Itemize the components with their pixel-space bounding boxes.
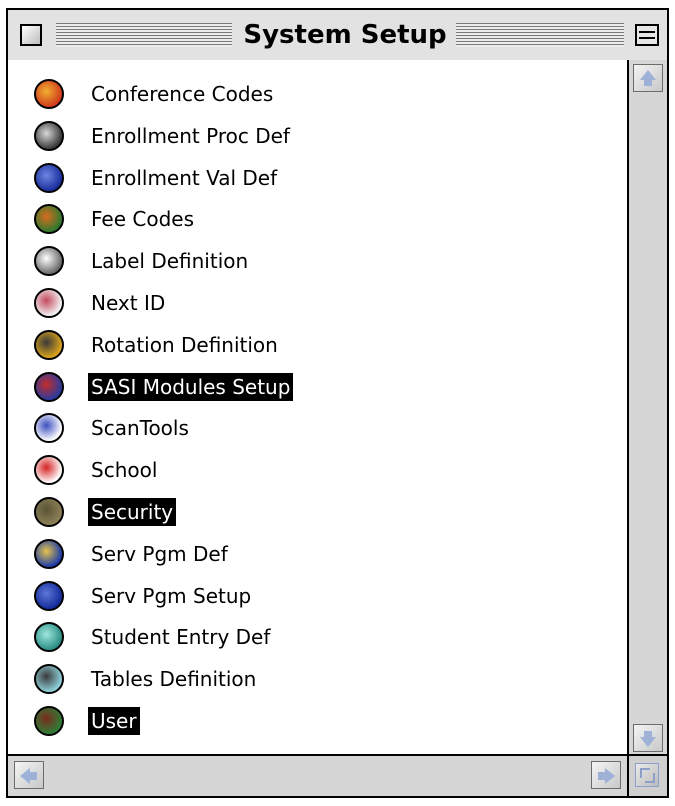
list-item[interactable]: Next ID [8,283,608,325]
rotation-definition-icon [34,329,64,360]
sasi-modules-icon [34,371,64,402]
list-item[interactable]: Rotation Definition [8,325,608,367]
enrollment-proc-icon [34,120,64,151]
list-item-label: Serv Pgm Setup [91,583,252,608]
list-item[interactable]: Fee Codes [8,199,608,241]
list-item-label: User [88,707,140,735]
title-bar-stripes-left [56,23,232,47]
list-item-label: Conference Codes [91,82,274,106]
security-lock-icon [34,497,64,527]
horizontal-scrollbar[interactable] [8,754,629,796]
list-item[interactable]: Conference Codes [8,74,608,116]
up-arrow-icon [640,70,656,80]
list-item[interactable]: ScanTools [8,408,608,450]
scroll-left-button[interactable] [14,761,44,789]
list-item-label: Security [88,498,177,526]
collapse-box[interactable] [635,24,659,46]
user-icon [34,706,64,736]
student-entry-icon [34,622,64,653]
window-title: System Setup [243,20,447,50]
scroll-down-button[interactable] [633,724,663,752]
fee-codes-icon [34,204,64,235]
system-setup-window: System Setup Conference Codes Enrollment … [6,8,669,798]
list-item[interactable]: Label Definition [8,241,608,283]
list-item-label: Enrollment Proc Def [91,123,290,148]
list-item[interactable]: Security [8,492,608,534]
list-item[interactable]: User [8,701,608,743]
title-bar-stripes-right [456,23,624,47]
list-item[interactable]: School [8,450,608,492]
right-arrow-icon [605,768,615,784]
resize-icon [635,763,659,787]
setup-item-list: Conference Codes Enrollment Proc Def Enrol… [8,60,629,756]
list-item[interactable]: SASI Modules Setup [8,367,608,409]
vertical-scrollbar[interactable] [629,60,667,756]
list-item[interactable]: Tables Definition [8,659,608,701]
list-item[interactable]: Student Entry Def [8,617,608,659]
list-item-label: Tables Definition [91,667,257,692]
scantools-icon [34,413,64,444]
down-arrow-icon [640,737,656,747]
scroll-up-button[interactable] [633,64,663,92]
serv-pgm-def-icon [34,538,64,569]
conference-codes-icon [34,79,64,109]
resize-box[interactable] [629,754,667,796]
tables-definition-icon [34,664,64,695]
list-item[interactable]: Serv Pgm Def [8,534,608,576]
scroll-right-button[interactable] [591,761,621,789]
list-item-label: Serv Pgm Def [91,541,228,566]
serv-pgm-setup-icon [34,580,64,611]
list-item[interactable]: Enrollment Proc Def [8,116,608,158]
list-item-label: Student Entry Def [91,625,271,650]
list-item-label: Enrollment Val Def [91,165,278,190]
list-item-label: Rotation Definition [91,332,278,357]
list-item-label: SASI Modules Setup [88,372,294,401]
list-item[interactable]: Enrollment Val Def [8,158,608,200]
left-arrow-icon [20,768,30,784]
label-definition-icon [34,246,64,277]
list-item-label: Fee Codes [91,207,194,232]
list-item[interactable]: Serv Pgm Setup [8,576,608,618]
close-box[interactable] [20,24,42,46]
next-id-icon [34,288,64,318]
list-item-label: Label Definition [91,249,249,274]
title-bar[interactable]: System Setup [8,10,667,62]
enrollment-val-icon [34,162,64,193]
list-item-label: School [91,458,158,483]
school-icon [34,455,64,486]
list-item-label: ScanTools [91,416,189,441]
list-item-label: Next ID [91,291,166,315]
